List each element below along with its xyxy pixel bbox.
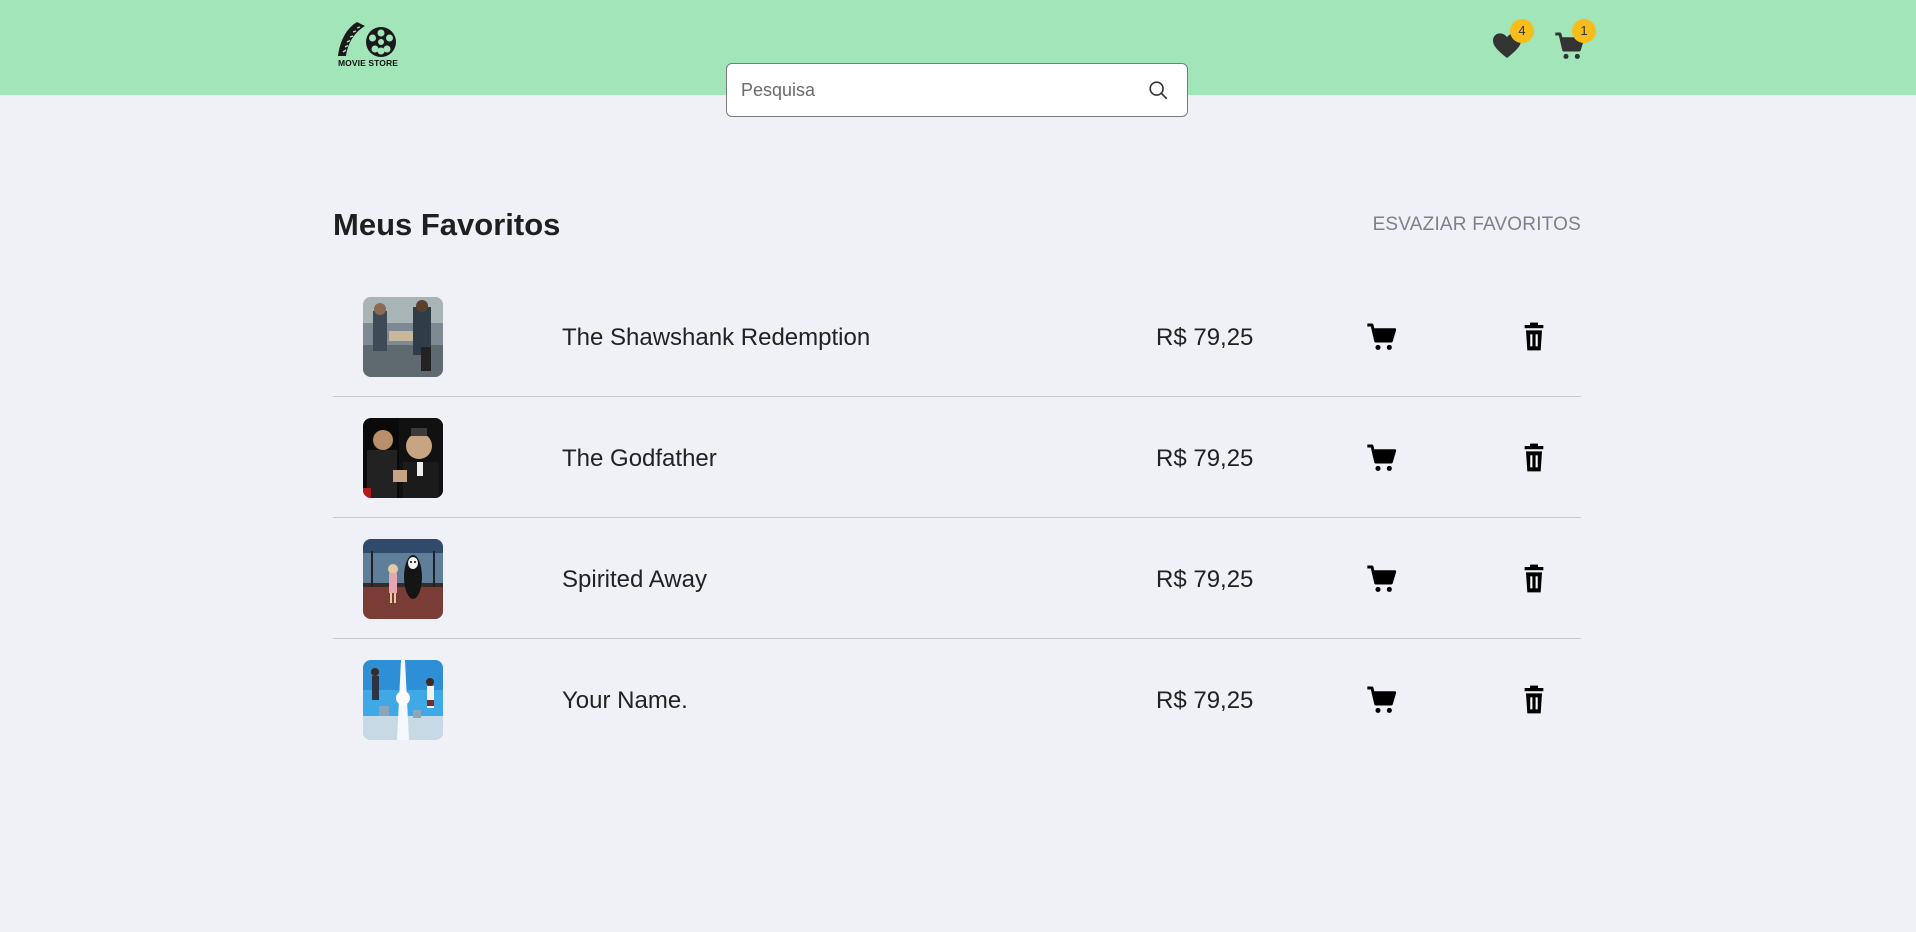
movie-price: R$ 79,25 [1156, 324, 1254, 351]
logo-text: MOVIE STORE [338, 58, 398, 68]
movie-poster [363, 297, 443, 377]
add-to-cart-icon [1367, 565, 1397, 592]
favorite-item: The Godfather R$ 79,25 [333, 397, 1581, 518]
favorites-count-badge: 4 [1510, 19, 1534, 43]
favorite-item: Your Name. R$ 79,25 [333, 639, 1581, 760]
movie-title: Spirited Away [562, 566, 707, 593]
search-bar [726, 63, 1188, 117]
cart-button[interactable]: 1 [1554, 19, 1596, 62]
movie-poster [363, 539, 443, 619]
trash-icon [1524, 322, 1544, 351]
add-to-cart-button[interactable] [1362, 438, 1402, 478]
movie-poster [363, 418, 443, 498]
trash-icon [1524, 685, 1544, 714]
clear-favorites-button[interactable]: ESVAZIAR FAVORITOS [1373, 214, 1581, 236]
favorite-item: Spirited Away R$ 79,25 [333, 518, 1581, 639]
favorite-item: The Shawshank Redemption R$ 79,25 [333, 276, 1581, 397]
remove-favorite-button[interactable] [1514, 559, 1554, 599]
cart-count-badge: 1 [1572, 19, 1596, 43]
movie-price: R$ 79,25 [1156, 566, 1254, 593]
search-input[interactable] [741, 64, 1141, 116]
add-to-cart-button[interactable] [1362, 680, 1402, 720]
page-title: Meus Favoritos [333, 207, 561, 242]
add-to-cart-icon [1367, 686, 1397, 713]
movie-title: The Shawshank Redemption [562, 324, 871, 351]
favorites-button[interactable]: 4 [1491, 19, 1534, 62]
trash-icon [1524, 564, 1544, 593]
add-to-cart-icon [1367, 444, 1397, 471]
add-to-cart-button[interactable] [1362, 317, 1402, 357]
movie-title: Your Name. [562, 687, 688, 714]
movie-price: R$ 79,25 [1156, 445, 1254, 472]
favorites-list: The Shawshank Redemption R$ 79,25 The Go… [333, 276, 1581, 760]
movie-poster [363, 660, 443, 740]
movie-store-logo[interactable]: MOVIE STORE [335, 18, 401, 72]
trash-icon [1524, 443, 1544, 472]
film-reel-icon [338, 22, 396, 57]
movie-price: R$ 79,25 [1156, 687, 1254, 714]
search-icon[interactable] [1147, 79, 1169, 101]
add-to-cart-button[interactable] [1362, 559, 1402, 599]
add-to-cart-icon [1367, 323, 1397, 350]
movie-title: The Godfather [562, 445, 717, 472]
remove-favorite-button[interactable] [1514, 438, 1554, 478]
remove-favorite-button[interactable] [1514, 680, 1554, 720]
remove-favorite-button[interactable] [1514, 317, 1554, 357]
